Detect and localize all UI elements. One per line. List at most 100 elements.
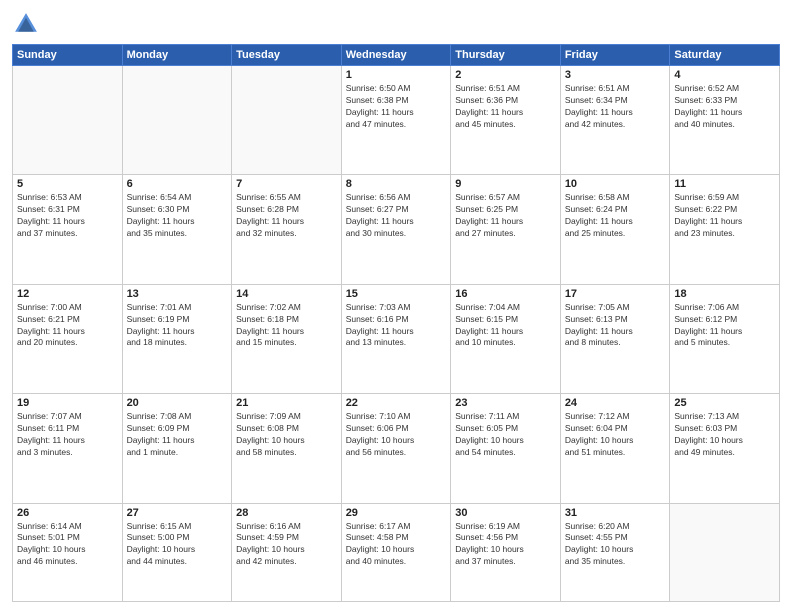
day-info: Sunrise: 7:12 AM Sunset: 6:04 PM Dayligh… [565,411,666,459]
calendar-day-cell: 16Sunrise: 7:04 AM Sunset: 6:15 PM Dayli… [451,284,561,393]
day-info: Sunrise: 7:09 AM Sunset: 6:08 PM Dayligh… [236,411,337,459]
calendar-day-cell: 21 Sunrise: 7:09 AM Sunset: 6:08 PM Dayli… [232,394,342,503]
calendar-day-cell: 30Sunrise: 6:19 AM Sunset: 4:56 PM Dayli… [451,503,561,602]
day-number: 22 [346,397,447,409]
page: SundayMondayTuesdayWednesdayThursdayFrid… [0,0,792,612]
day-number: 23 [455,397,556,409]
day-info: Sunrise: 6:53 AM Sunset: 6:31 PM Dayligh… [17,192,118,240]
calendar-day-cell: 3 Sunrise: 6:51 AM Sunset: 6:34 PM Daylig… [560,66,670,175]
calendar-header-row: SundayMondayTuesdayWednesdayThursdayFrid… [13,45,780,66]
col-header-monday: Monday [122,45,232,66]
day-info: Sunrise: 6:58 AM Sunset: 6:24 PM Dayligh… [565,192,666,240]
day-info: Sunrise: 7:01 AM Sunset: 6:19 PM Dayligh… [127,302,228,350]
calendar-day-cell: 4 Sunrise: 6:52 AM Sunset: 6:33 PM Daylig… [670,66,780,175]
day-info: Sunrise: 6:50 AM Sunset: 6:38 PM Dayligh… [346,83,447,131]
calendar-week-row: 12Sunrise: 7:00 AM Sunset: 6:21 PM Dayli… [13,284,780,393]
calendar-day-cell: 23 Sunrise: 7:11 AM Sunset: 6:05 PM Dayli… [451,394,561,503]
calendar-day-cell: 7 Sunrise: 6:55 AM Sunset: 6:28 PM Daylig… [232,175,342,284]
day-number: 30 [455,507,556,519]
day-number: 13 [127,288,228,300]
calendar-day-cell [122,66,232,175]
col-header-thursday: Thursday [451,45,561,66]
day-number: 2 [455,69,556,81]
day-number: 31 [565,507,666,519]
col-header-saturday: Saturday [670,45,780,66]
calendar-day-cell: 11 Sunrise: 6:59 AM Sunset: 6:22 PM Dayli… [670,175,780,284]
calendar-day-cell: 18 Sunrise: 7:06 AM Sunset: 6:12 PM Dayli… [670,284,780,393]
calendar-day-cell: 1Sunrise: 6:50 AM Sunset: 6:38 PM Daylig… [341,66,451,175]
calendar-day-cell: 17 Sunrise: 7:05 AM Sunset: 6:13 PM Dayli… [560,284,670,393]
day-info: Sunrise: 7:02 AM Sunset: 6:18 PM Dayligh… [236,302,337,350]
day-number: 17 [565,288,666,300]
day-info: Sunrise: 6:57 AM Sunset: 6:25 PM Dayligh… [455,192,556,240]
calendar-day-cell [670,503,780,602]
logo-icon [12,10,40,38]
day-number: 3 [565,69,666,81]
calendar-day-cell: 9 Sunrise: 6:57 AM Sunset: 6:25 PM Daylig… [451,175,561,284]
calendar-week-row: 26Sunrise: 6:14 AM Sunset: 5:01 PM Dayli… [13,503,780,602]
day-info: Sunrise: 7:03 AM Sunset: 6:16 PM Dayligh… [346,302,447,350]
day-info: Sunrise: 6:17 AM Sunset: 4:58 PM Dayligh… [346,521,447,569]
calendar-day-cell: 28Sunrise: 6:16 AM Sunset: 4:59 PM Dayli… [232,503,342,602]
day-number: 4 [674,69,775,81]
day-info: Sunrise: 6:59 AM Sunset: 6:22 PM Dayligh… [674,192,775,240]
calendar-day-cell: 10 Sunrise: 6:58 AM Sunset: 6:24 PM Dayli… [560,175,670,284]
calendar-week-row: 19 Sunrise: 7:07 AM Sunset: 6:11 PM Dayli… [13,394,780,503]
calendar-table: SundayMondayTuesdayWednesdayThursdayFrid… [12,44,780,602]
calendar-day-cell: 13 Sunrise: 7:01 AM Sunset: 6:19 PM Dayli… [122,284,232,393]
day-number: 26 [17,507,118,519]
day-number: 20 [127,397,228,409]
day-number: 12 [17,288,118,300]
day-info: Sunrise: 7:08 AM Sunset: 6:09 PM Dayligh… [127,411,228,459]
logo [12,10,44,38]
day-number: 15 [346,288,447,300]
day-info: Sunrise: 6:52 AM Sunset: 6:33 PM Dayligh… [674,83,775,131]
header [12,10,780,38]
col-header-tuesday: Tuesday [232,45,342,66]
day-info: Sunrise: 7:11 AM Sunset: 6:05 PM Dayligh… [455,411,556,459]
day-info: Sunrise: 7:13 AM Sunset: 6:03 PM Dayligh… [674,411,775,459]
calendar-day-cell: 5 Sunrise: 6:53 AM Sunset: 6:31 PM Daylig… [13,175,123,284]
day-info: Sunrise: 6:20 AM Sunset: 4:55 PM Dayligh… [565,521,666,569]
day-number: 27 [127,507,228,519]
calendar-day-cell: 6Sunrise: 6:54 AM Sunset: 6:30 PM Daylig… [122,175,232,284]
day-number: 16 [455,288,556,300]
day-info: Sunrise: 6:51 AM Sunset: 6:34 PM Dayligh… [565,83,666,131]
calendar-day-cell: 19 Sunrise: 7:07 AM Sunset: 6:11 PM Dayli… [13,394,123,503]
day-info: Sunrise: 6:15 AM Sunset: 5:00 PM Dayligh… [127,521,228,569]
calendar-day-cell: 26Sunrise: 6:14 AM Sunset: 5:01 PM Dayli… [13,503,123,602]
day-number: 14 [236,288,337,300]
calendar-day-cell: 27 Sunrise: 6:15 AM Sunset: 5:00 PM Dayli… [122,503,232,602]
calendar-day-cell: 8 Sunrise: 6:56 AM Sunset: 6:27 PM Daylig… [341,175,451,284]
col-header-friday: Friday [560,45,670,66]
day-info: Sunrise: 7:07 AM Sunset: 6:11 PM Dayligh… [17,411,118,459]
day-number: 8 [346,178,447,190]
day-number: 21 [236,397,337,409]
day-info: Sunrise: 7:05 AM Sunset: 6:13 PM Dayligh… [565,302,666,350]
day-info: Sunrise: 6:56 AM Sunset: 6:27 PM Dayligh… [346,192,447,240]
day-number: 7 [236,178,337,190]
day-number: 9 [455,178,556,190]
calendar-day-cell: 14 Sunrise: 7:02 AM Sunset: 6:18 PM Dayli… [232,284,342,393]
day-info: Sunrise: 7:06 AM Sunset: 6:12 PM Dayligh… [674,302,775,350]
calendar-day-cell: 24Sunrise: 7:12 AM Sunset: 6:04 PM Dayli… [560,394,670,503]
day-number: 10 [565,178,666,190]
calendar-day-cell: 12Sunrise: 7:00 AM Sunset: 6:21 PM Dayli… [13,284,123,393]
calendar-day-cell: 31 Sunrise: 6:20 AM Sunset: 4:55 PM Dayli… [560,503,670,602]
calendar-day-cell: 22Sunrise: 7:10 AM Sunset: 6:06 PM Dayli… [341,394,451,503]
calendar-day-cell: 29Sunrise: 6:17 AM Sunset: 4:58 PM Dayli… [341,503,451,602]
day-info: Sunrise: 6:51 AM Sunset: 6:36 PM Dayligh… [455,83,556,131]
calendar-day-cell [232,66,342,175]
day-info: Sunrise: 6:55 AM Sunset: 6:28 PM Dayligh… [236,192,337,240]
day-number: 5 [17,178,118,190]
day-info: Sunrise: 6:54 AM Sunset: 6:30 PM Dayligh… [127,192,228,240]
day-number: 19 [17,397,118,409]
day-info: Sunrise: 6:16 AM Sunset: 4:59 PM Dayligh… [236,521,337,569]
calendar-day-cell: 2 Sunrise: 6:51 AM Sunset: 6:36 PM Daylig… [451,66,561,175]
calendar-week-row: 5 Sunrise: 6:53 AM Sunset: 6:31 PM Daylig… [13,175,780,284]
day-number: 11 [674,178,775,190]
calendar-day-cell: 25Sunrise: 7:13 AM Sunset: 6:03 PM Dayli… [670,394,780,503]
calendar-day-cell: 20 Sunrise: 7:08 AM Sunset: 6:09 PM Dayli… [122,394,232,503]
day-number: 18 [674,288,775,300]
calendar-day-cell: 15 Sunrise: 7:03 AM Sunset: 6:16 PM Dayli… [341,284,451,393]
